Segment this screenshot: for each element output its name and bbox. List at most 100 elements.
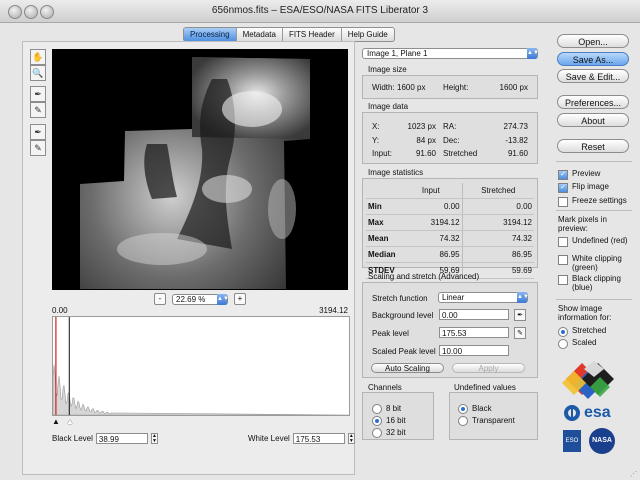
y-label: Y: (372, 136, 380, 145)
freeze-checkbox-row[interactable]: Freeze settings (558, 196, 638, 207)
show-scaled-row[interactable]: Scaled (558, 338, 638, 349)
show-stretched-radio[interactable] (558, 327, 568, 337)
radio-8bit[interactable] (372, 404, 382, 414)
black-clip-checkbox[interactable] (558, 275, 568, 285)
histogram-plot (52, 317, 350, 416)
stat-stretched: 86.95 (461, 246, 534, 263)
zoom-select[interactable]: 22.69 % ▲▼ (172, 293, 229, 305)
stat-stretched: 3194.12 (461, 214, 534, 231)
stretch-function-select[interactable]: Linear ▲▼ (438, 292, 529, 303)
y-value: 84 px (416, 136, 436, 145)
reset-button[interactable]: Reset (557, 139, 629, 153)
x-label: X: (372, 122, 380, 131)
freeze-checkbox[interactable] (558, 197, 568, 207)
divider (556, 299, 632, 300)
flip-checkbox[interactable]: ✓ (558, 183, 568, 193)
background-level-label: Background level (372, 311, 434, 320)
peak-level-input[interactable]: 175.53 (439, 327, 509, 338)
preview-label: Preview (572, 169, 601, 178)
zoom-in-button[interactable]: + (234, 293, 246, 305)
radio-32bit[interactable] (372, 428, 382, 438)
divider (556, 210, 632, 211)
undefined-transparent[interactable]: Transparent (458, 415, 515, 426)
mark-pixels-heading: Mark pixels in preview: (558, 215, 607, 233)
scaled-peak-input[interactable]: 10.00 (439, 345, 509, 356)
chevron-down-icon: ▲▼ (527, 48, 539, 59)
magnifier-icon[interactable]: 🔍 (30, 65, 46, 81)
save-edit-button[interactable]: Save & Edit... (557, 69, 629, 83)
eso-logo: ESO (563, 430, 581, 452)
zoom-out-button[interactable]: - (154, 293, 166, 305)
pick-peak-icon[interactable]: ✎ (514, 327, 526, 339)
pick-peak-icon[interactable]: ✎ (30, 140, 46, 156)
nasa-logo: NASA (589, 428, 615, 454)
image-preview[interactable] (52, 49, 348, 290)
undefined-values-heading: Undefined values (454, 383, 516, 392)
hand-icon[interactable]: ✋ (30, 49, 46, 65)
white-level-stepper[interactable]: ▲ ▼ (347, 433, 355, 444)
tab-metadata[interactable]: Metadata (237, 28, 283, 41)
resize-grip-icon[interactable]: ⋰ (630, 470, 638, 478)
preview-checkbox-row[interactable]: ✓ Preview (558, 169, 638, 180)
show-stretched-row[interactable]: Stretched (558, 326, 638, 337)
width-value: 1600 px (397, 83, 426, 92)
stat-stretched: 74.32 (461, 230, 534, 247)
save-as-button[interactable]: Save As... (557, 52, 629, 66)
channel-16bit[interactable]: 16 bit (372, 415, 406, 426)
about-button[interactable]: About (557, 113, 629, 127)
preview-checkbox[interactable]: ✓ (558, 170, 568, 180)
tab-fits-header[interactable]: FITS Header (283, 28, 342, 41)
black-slider-icon[interactable]: ▲ (52, 417, 60, 426)
pick-white-icon[interactable]: ✎ (30, 102, 46, 118)
stat-stretched: 0.00 (461, 198, 534, 215)
channels-heading: Channels (368, 383, 402, 392)
histogram[interactable] (52, 316, 350, 416)
flip-checkbox-row[interactable]: ✓ Flip image (558, 182, 638, 193)
background-level-input[interactable]: 0.00 (439, 309, 509, 320)
apply-button[interactable]: Apply (452, 363, 525, 373)
black-level-control: Black Level 38.99 ▲ ▼ (52, 433, 158, 444)
preferences-button[interactable]: Preferences... (557, 95, 629, 109)
col-stretched: Stretched (461, 183, 534, 199)
stretch-function-label: Stretch function (372, 294, 428, 303)
radio-16bit[interactable] (372, 416, 382, 426)
show-scaled-radio[interactable] (558, 339, 568, 349)
plane-select[interactable]: Image 1, Plane 1 ▲▼ (362, 48, 539, 59)
white-clip-row[interactable]: White clipping (green) (558, 254, 638, 272)
stretch-function-value: Linear (442, 293, 465, 302)
black-level-stepper[interactable]: ▲ ▼ (150, 433, 158, 444)
radio-black[interactable] (458, 404, 468, 414)
open-button[interactable]: Open... (557, 34, 629, 48)
peak-level-label: Peak level (372, 329, 409, 338)
pick-black-icon[interactable]: ✒ (30, 86, 46, 102)
scaling-heading: Scaling and stretch (Advanced) (368, 272, 480, 281)
undefined-black[interactable]: Black (458, 403, 492, 414)
flip-label: Flip image (572, 182, 609, 191)
auto-scaling-button[interactable]: Auto Scaling (371, 363, 444, 373)
white-level-input[interactable]: 175.53 (292, 433, 345, 444)
radio-transparent[interactable] (458, 416, 468, 426)
pick-background-icon[interactable]: ✒ (514, 309, 526, 321)
channel-32bit[interactable]: 32 bit (372, 427, 406, 438)
histogram-min: 0.00 (52, 306, 68, 315)
tab-processing[interactable]: Processing (184, 28, 237, 41)
width-label: Width: (372, 83, 395, 92)
white-clip-checkbox[interactable] (558, 255, 568, 265)
pick-bg-icon[interactable]: ✒ (30, 124, 46, 140)
esa-logo: esa (563, 404, 611, 422)
dec-label: Dec: (443, 136, 460, 145)
black-level-input[interactable]: 38.99 (95, 433, 148, 444)
undefined-black-label: Black (472, 404, 492, 413)
undefined-red-row[interactable]: Undefined (red) (558, 236, 638, 247)
channel-32bit-label: 32 bit (386, 428, 406, 437)
stat-input: 3194.12 (400, 214, 463, 231)
height-value: 1600 px (499, 83, 528, 92)
black-clip-row[interactable]: Black clipping (blue) (558, 274, 638, 292)
channel-8bit[interactable]: 8 bit (372, 403, 401, 414)
undefined-red-checkbox[interactable] (558, 237, 568, 247)
white-slider-icon[interactable]: ▲ (66, 417, 74, 426)
input-value: 91.60 (415, 149, 436, 158)
show-scaled-label: Scaled (572, 338, 597, 347)
tab-help-guide[interactable]: Help Guide (342, 28, 394, 41)
stat-label: Min (366, 198, 400, 215)
